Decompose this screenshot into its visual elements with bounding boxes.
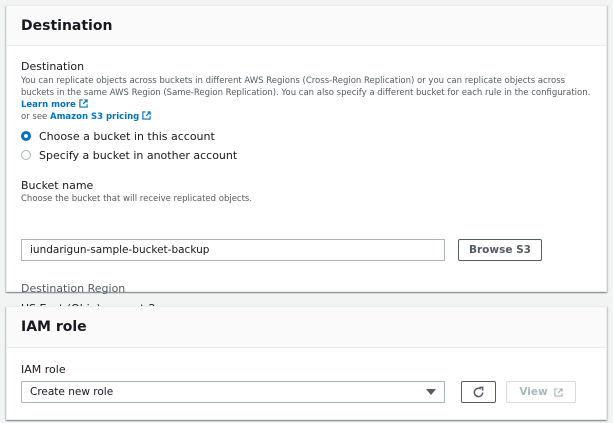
s3-pricing-link[interactable]: Amazon S3 pricing (50, 111, 151, 122)
destination-field-label: Destination (21, 60, 85, 73)
refresh-icon (473, 386, 484, 397)
radio-label: Specify a bucket in another account (39, 148, 238, 162)
browse-s3-button[interactable]: Browse S3 (458, 239, 542, 261)
iam-role-field-label: IAM role (21, 363, 66, 376)
caret-down-icon (426, 389, 436, 395)
destination-panel-body: Destination You can replicate objects ac… (7, 46, 606, 315)
learn-more-link[interactable]: Learn more (21, 99, 88, 110)
destination-region-label: Destination Region (21, 282, 126, 295)
destination-description: You can replicate objects across buckets… (21, 76, 591, 98)
radio-selected-icon[interactable] (21, 131, 31, 141)
radio-another-account[interactable]: Specify a bucket in another account (21, 148, 592, 162)
iam-role-title: IAM role (21, 319, 87, 335)
destination-panel: Destination Destination You can replicat… (6, 5, 607, 315)
iam-role-panel: IAM role IAM role Create new role View (6, 306, 607, 420)
destination-panel-header: Destination (7, 6, 606, 46)
or-see-text: or see (21, 112, 48, 122)
bucket-name-description: Choose the bucket that will receive repl… (21, 194, 253, 204)
radio-label: Choose a bucket in this account (39, 129, 215, 143)
destination-description-block: You can replicate objects across buckets… (21, 75, 592, 123)
radio-this-account[interactable]: Choose a bucket in this account (21, 129, 592, 143)
refresh-button[interactable] (461, 381, 496, 403)
account-radio-group: Choose a bucket in this account Specify … (21, 129, 592, 162)
bucket-name-label: Bucket name (21, 179, 94, 192)
iam-role-selected-value: Create new role (30, 386, 114, 398)
bucket-name-value: iundarigun-sample-bucket-backup (30, 244, 210, 256)
bucket-name-input[interactable]: iundarigun-sample-bucket-backup (21, 239, 445, 261)
external-link-icon (554, 387, 563, 397)
iam-role-panel-body: IAM role Create new role View (7, 348, 606, 403)
destination-title: Destination (21, 17, 113, 34)
iam-role-panel-header: IAM role (7, 307, 606, 348)
external-link-icon (79, 99, 88, 108)
iam-role-select[interactable]: Create new role (21, 381, 445, 403)
radio-unselected-icon[interactable] (21, 150, 31, 160)
view-button[interactable]: View (506, 381, 576, 403)
external-link-icon (142, 111, 151, 120)
